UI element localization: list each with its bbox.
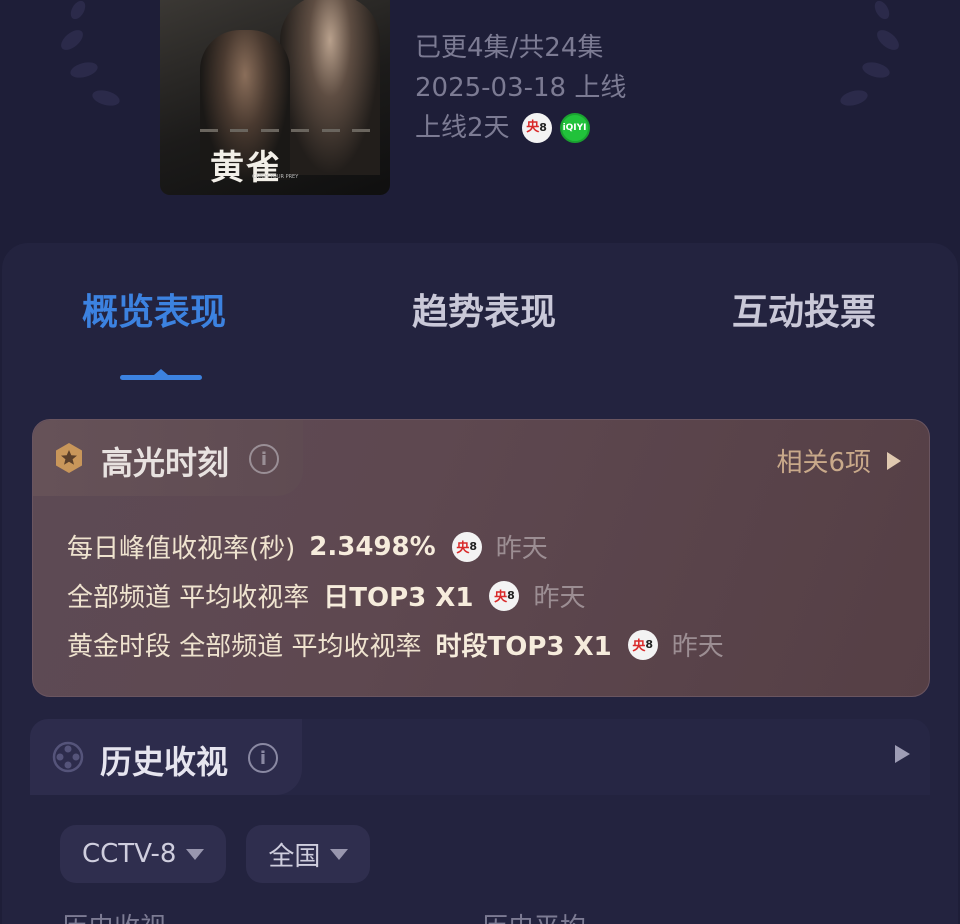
- channel-select-value: CCTV-8: [82, 839, 177, 869]
- cctv8-logo-icon: 央8: [627, 629, 658, 660]
- highlight-info-icon[interactable]: i: [249, 444, 279, 474]
- highlight-item-label: 全部频道 平均收视率: [67, 583, 310, 613]
- highlight-item-label: 黄金时段 全部频道 平均收视率: [67, 632, 422, 662]
- film-reel-icon: [52, 741, 84, 773]
- poster-figure-woman: [280, 0, 380, 175]
- highlight-title: 高光时刻: [101, 444, 230, 482]
- show-meta: 已更4集/共24集 2025-03-18 上线 上线2天 央8 iQIYI: [415, 28, 626, 148]
- history-header: 历史收视 i: [30, 719, 302, 795]
- highlight-item: 全部频道 平均收视率 日TOP3 X1 央8 昨天: [67, 571, 724, 620]
- cctv8-logo-icon: 央8: [521, 113, 552, 143]
- region-select[interactable]: 全国: [246, 825, 371, 883]
- online-days-row: 上线2天 央8 iQIYI: [415, 108, 626, 148]
- highlight-header: 高光时刻 i: [33, 420, 303, 496]
- laurel-right-icon: [840, 0, 899, 106]
- laurel-left-icon: [61, 0, 120, 106]
- iqiyi-logo-icon: iQIYI: [559, 113, 590, 143]
- cctv8-logo-icon: 央8: [489, 580, 520, 611]
- caret-down-icon: [330, 848, 349, 860]
- cctv8-logo-icon: 央8: [451, 531, 482, 562]
- tab-active-indicator: [120, 369, 202, 380]
- main-panel: 概览表现 趋势表现 互动投票 高光时刻 i 相关6项 每日峰值收视率(秒) 2.…: [2, 243, 958, 924]
- highlight-item-label: 每日峰值收视率(秒): [67, 534, 296, 564]
- poster-title: 黄雀: [210, 148, 282, 188]
- highlight-more-link[interactable]: 相关6项: [776, 442, 901, 479]
- highlight-item-time: 昨天: [495, 534, 548, 564]
- tab-bar: 概览表现 趋势表现 互动投票: [2, 283, 958, 343]
- highlight-item-time: 昨天: [671, 632, 724, 662]
- channel-select[interactable]: CCTV-8: [60, 825, 227, 883]
- highlight-more-label: 相关6项: [776, 448, 871, 478]
- star-badge-icon: [56, 443, 82, 473]
- region-select-value: 全国: [268, 841, 321, 872]
- highlight-item-value: 日TOP3 X1: [323, 583, 474, 613]
- arrow-right-icon: [887, 451, 901, 470]
- highlight-item: 每日峰值收视率(秒) 2.3498% 央8 昨天: [67, 522, 724, 571]
- history-rating-label: 历史收视: [62, 907, 166, 924]
- history-title: 历史收视: [100, 743, 229, 781]
- online-days: 上线2天: [415, 113, 510, 143]
- tab-trend[interactable]: 趋势表现: [412, 283, 556, 335]
- highlight-card: 高光时刻 i 相关6项 每日峰值收视率(秒) 2.3498% 央8 昨天 全部频…: [32, 419, 930, 697]
- episode-count: 已更4集/共24集: [415, 33, 604, 63]
- tab-vote[interactable]: 互动投票: [732, 283, 876, 335]
- history-filters: CCTV-8 全国: [60, 825, 371, 883]
- tab-overview[interactable]: 概览表现: [82, 283, 226, 335]
- poster-subtitle: CATCH YOUR PREY: [252, 174, 299, 180]
- release-date: 2025-03-18 上线: [415, 73, 627, 103]
- caret-down-icon: [186, 848, 205, 860]
- highlight-list: 每日峰值收视率(秒) 2.3498% 央8 昨天 全部频道 平均收视率 日TOP…: [67, 522, 724, 669]
- highlight-item-time: 昨天: [533, 583, 586, 613]
- show-poster[interactable]: 黄雀 CATCH YOUR PREY: [160, 0, 390, 195]
- history-average-label: 历史平均: [482, 907, 586, 924]
- highlight-item-value: 2.3498%: [309, 531, 436, 562]
- highlight-item-value: 时段TOP3 X1: [435, 632, 612, 662]
- highlight-item: 黄金时段 全部频道 平均收视率 时段TOP3 X1 央8 昨天: [67, 620, 724, 669]
- history-more-arrow-icon[interactable]: [895, 745, 910, 763]
- history-info-icon[interactable]: i: [248, 743, 278, 773]
